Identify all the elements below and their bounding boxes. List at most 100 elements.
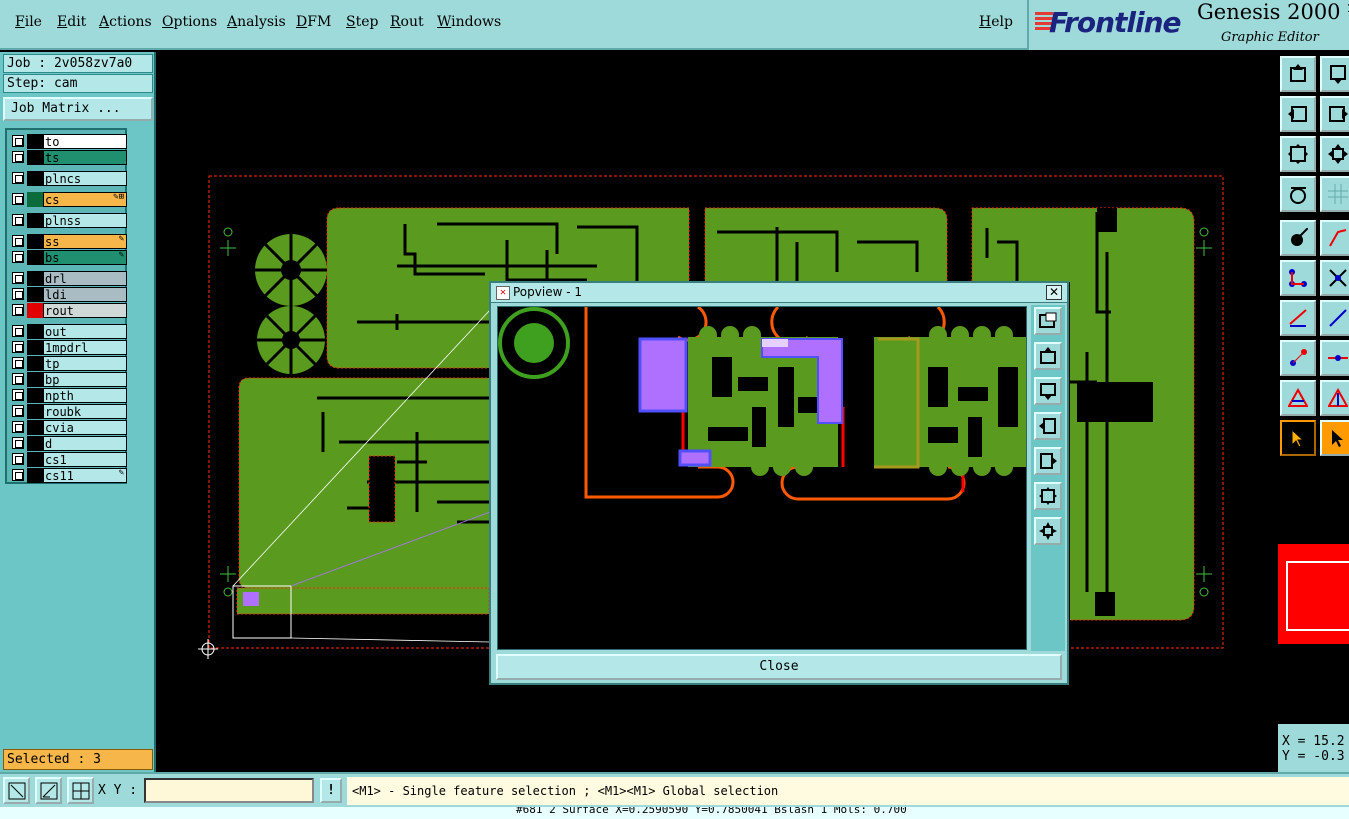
layer-name[interactable]: cvia xyxy=(43,420,127,435)
layer-checkbox[interactable] xyxy=(12,172,24,184)
layer-checkbox[interactable] xyxy=(12,373,24,385)
layer-row[interactable]: out xyxy=(9,324,127,339)
layer-row[interactable]: rout xyxy=(9,303,127,318)
layer-name[interactable]: drl xyxy=(43,271,127,286)
layer-name[interactable]: cs1 xyxy=(43,452,127,467)
layer-name[interactable]: ss xyxy=(43,234,127,249)
layer-checkbox[interactable] xyxy=(12,214,24,226)
menu-help[interactable]: Help xyxy=(979,14,1013,30)
layer-name[interactable]: tp xyxy=(43,356,127,371)
layer-name[interactable]: npth xyxy=(43,388,127,403)
pad-tool-icon[interactable] xyxy=(1280,340,1316,376)
pan-up-button[interactable] xyxy=(1280,56,1316,92)
draw-shape-icon[interactable] xyxy=(1320,220,1349,256)
layer-name[interactable]: 1mpdrl xyxy=(43,340,127,355)
layer-name[interactable]: roubk xyxy=(43,404,127,419)
layer-row[interactable]: 1mpdrl xyxy=(9,340,127,355)
popview-canvas[interactable] xyxy=(497,306,1027,650)
layer-color-indicator[interactable] xyxy=(27,388,43,403)
layer-checkbox[interactable] xyxy=(12,135,24,147)
layer-name[interactable]: bp xyxy=(43,372,127,387)
pan-right-button[interactable] xyxy=(1320,96,1349,132)
grid-icon[interactable] xyxy=(1320,176,1349,212)
layer-checkbox[interactable] xyxy=(12,288,24,300)
layer-color-indicator[interactable] xyxy=(27,404,43,419)
layer-checkbox[interactable] xyxy=(12,193,24,205)
connect-icon[interactable] xyxy=(1280,260,1316,296)
menu-actions[interactable]: Actions xyxy=(99,14,152,30)
layer-name[interactable]: bs xyxy=(43,250,127,265)
layer-row[interactable]: cs1 xyxy=(9,452,127,467)
layer-color-indicator[interactable] xyxy=(27,171,43,186)
popview-pan-right-icon[interactable] xyxy=(1034,447,1062,475)
menu-windows[interactable]: Windows xyxy=(437,14,501,30)
layer-name[interactable]: plncs xyxy=(43,171,127,186)
layer-color-indicator[interactable] xyxy=(27,150,43,165)
layer-name[interactable]: d xyxy=(43,436,127,451)
command-button[interactable]: ! xyxy=(320,778,342,803)
layer-color-indicator[interactable] xyxy=(27,372,43,387)
layer-checkbox[interactable] xyxy=(12,304,24,316)
menu-dfm[interactable]: DFM xyxy=(296,14,331,30)
layer-checkbox[interactable] xyxy=(12,437,24,449)
measure-button[interactable] xyxy=(35,777,62,804)
popview-close-button[interactable]: Close xyxy=(496,654,1062,680)
popview-pan-up-icon[interactable] xyxy=(1034,342,1062,370)
layer-name[interactable]: rout xyxy=(43,303,127,318)
layer-row[interactable]: to xyxy=(9,134,127,149)
menu-analysis[interactable]: Analysis xyxy=(227,14,286,30)
pan-down-button[interactable] xyxy=(1320,56,1349,92)
pan-left-button[interactable] xyxy=(1280,96,1316,132)
snap-icon[interactable] xyxy=(1280,220,1316,256)
layer-checkbox[interactable] xyxy=(12,325,24,337)
zoom-home-button[interactable] xyxy=(1320,136,1349,172)
popview-fit-icon[interactable] xyxy=(1034,482,1062,510)
layer-color-indicator[interactable] xyxy=(27,468,43,483)
measure-icon[interactable] xyxy=(1320,340,1349,376)
layer-row[interactable]: d xyxy=(9,436,127,451)
close-icon[interactable]: ✕ xyxy=(1046,285,1062,300)
layer-color-indicator[interactable] xyxy=(27,287,43,302)
layer-row[interactable]: drl xyxy=(9,271,127,286)
layer-row[interactable]: plncs xyxy=(9,171,127,186)
layer-row[interactable]: ss ✎ xyxy=(9,234,127,249)
popview-home-icon[interactable] xyxy=(1034,517,1062,545)
menu-step[interactable]: Step xyxy=(346,14,378,30)
layer-checkbox[interactable] xyxy=(12,389,24,401)
layer-name[interactable]: to xyxy=(43,134,127,149)
slope-tool-icon[interactable] xyxy=(1320,300,1349,336)
layer-row[interactable]: tp xyxy=(9,356,127,371)
layer-row[interactable]: cs11 ✎ xyxy=(9,468,127,483)
layer-color-indicator[interactable] xyxy=(27,250,43,265)
triangle-select-icon[interactable] xyxy=(1320,380,1349,416)
zoom-rect-button[interactable] xyxy=(3,777,30,804)
layer-color-indicator[interactable] xyxy=(27,234,43,249)
menu-edit[interactable]: Edit xyxy=(57,14,86,30)
layer-color-indicator[interactable] xyxy=(27,356,43,371)
layer-checkbox[interactable] xyxy=(12,421,24,433)
line-tool-icon[interactable] xyxy=(1280,300,1316,336)
popview-titlebar[interactable]: ✕ Popview - 1 ✕ xyxy=(491,283,1067,303)
layer-row[interactable]: bs ✎ xyxy=(9,250,127,265)
layer-color-indicator[interactable] xyxy=(27,420,43,435)
layer-row[interactable]: cvia xyxy=(9,420,127,435)
layer-name[interactable]: cs11 xyxy=(43,468,127,483)
layer-color-indicator[interactable] xyxy=(27,324,43,339)
layer-checkbox[interactable] xyxy=(12,453,24,465)
triangle-icon[interactable] xyxy=(1280,380,1316,416)
window-menu-icon[interactable]: ✕ xyxy=(496,286,510,300)
layer-checkbox[interactable] xyxy=(12,235,24,247)
layer-color-indicator[interactable] xyxy=(27,452,43,467)
layer-name[interactable]: ts xyxy=(43,150,127,165)
layer-row[interactable]: bp xyxy=(9,372,127,387)
layer-checkbox[interactable] xyxy=(12,357,24,369)
layer-row[interactable]: npth xyxy=(9,388,127,403)
layer-row[interactable]: cs ✎⊞ xyxy=(9,192,127,207)
layer-color-indicator[interactable] xyxy=(27,303,43,318)
layer-color-indicator[interactable] xyxy=(27,340,43,355)
layer-name[interactable]: out xyxy=(43,324,127,339)
xy-coordinate-input[interactable] xyxy=(144,778,314,803)
popview-pan-left-icon[interactable] xyxy=(1034,412,1062,440)
menu-rout[interactable]: Rout xyxy=(390,14,424,30)
layer-checkbox[interactable] xyxy=(12,405,24,417)
